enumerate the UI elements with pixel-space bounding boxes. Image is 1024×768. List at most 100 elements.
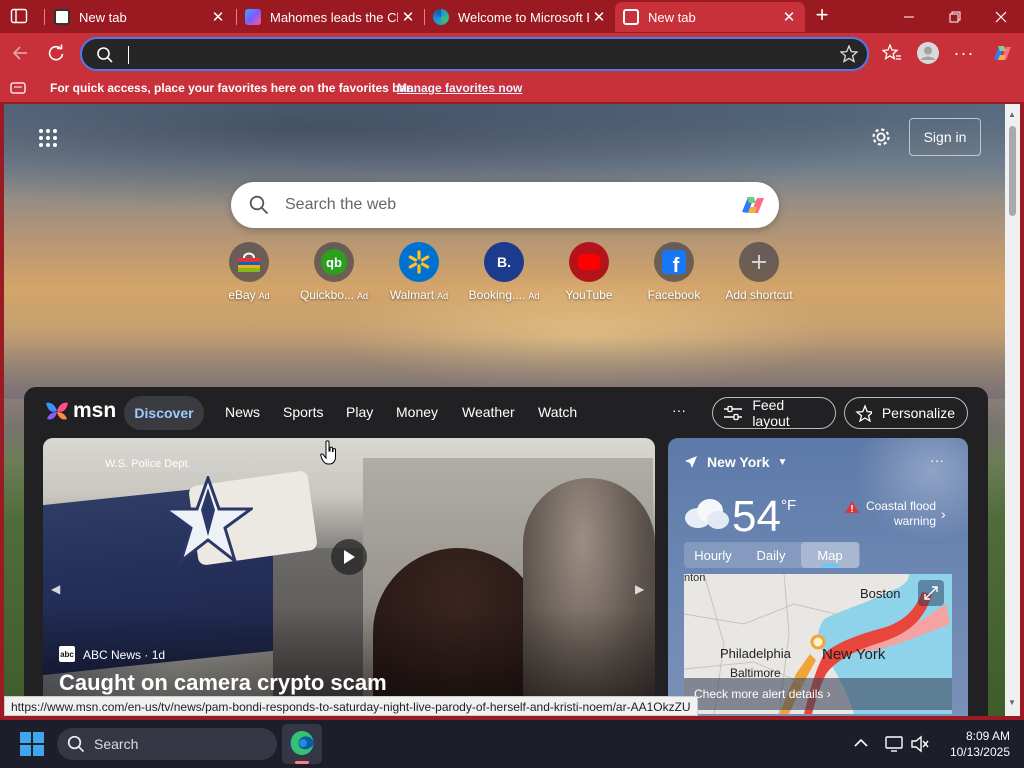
active-tab-indicator (821, 564, 839, 567)
clock-date: 10/13/2025 (949, 745, 1010, 759)
shortcut-walmart[interactable]: Walmart Ad (374, 242, 464, 302)
quickbooks-icon: qb (314, 242, 354, 282)
nav-watch[interactable]: Watch (538, 404, 577, 420)
minimize-button[interactable] (886, 0, 932, 33)
back-button[interactable] (4, 37, 36, 69)
carousel-next-icon[interactable]: ▶ (635, 582, 644, 596)
warning-icon (845, 501, 859, 513)
shortcut-label: Booking.... (468, 288, 526, 302)
favorite-star-icon[interactable] (839, 44, 859, 68)
msn-newtab-icon (623, 9, 639, 25)
add-shortcut-button[interactable]: Add shortcut (714, 242, 804, 302)
msn-wordmark: msn (73, 399, 117, 422)
new-tab-plus-icon[interactable]: + (810, 4, 834, 28)
personalize-button[interactable]: Personalize (844, 397, 968, 429)
favorites-button[interactable] (876, 37, 908, 69)
shortcut-facebook[interactable]: f Facebook (629, 242, 719, 302)
weather-more-icon[interactable]: ··· (930, 452, 944, 468)
system-clock[interactable]: 8:09 AM 10/13/2025 (940, 728, 1010, 760)
location-selector[interactable]: New York ▼ (684, 454, 787, 470)
msn-feed-panel: msn Discover News Sports Play Money Weat… (24, 387, 988, 716)
taskbar-search-box[interactable]: Search (57, 728, 277, 760)
web-search-input[interactable] (285, 195, 705, 215)
page-settings-gear-icon[interactable] (870, 126, 892, 148)
address-input[interactable] (126, 44, 806, 64)
tab-actions-icon[interactable] (10, 8, 28, 25)
carousel-prev-icon[interactable]: ◀ (51, 582, 60, 596)
nav-discover[interactable]: Discover (124, 396, 204, 430)
shortcut-booking[interactable]: B. Booking.... Ad (459, 242, 549, 302)
app-launcher-icon[interactable] (38, 128, 58, 148)
mouse-cursor-hand-icon (320, 440, 336, 465)
page-scrollbar[interactable]: ▲ ▼ (1005, 104, 1020, 716)
hero-overlay-text: W.S. Police Dept. (105, 458, 191, 470)
tab-welcome-edge[interactable]: Welcome to Microsoft E ✕ (425, 2, 615, 32)
scroll-down-arrow-icon[interactable]: ▼ (1008, 698, 1016, 707)
weather-alert[interactable]: Coastal flood warning › (844, 499, 954, 529)
shortcut-label: Walmart (389, 288, 435, 302)
star-logo-image (163, 476, 253, 566)
feed-layout-label: Feed layout (752, 397, 790, 429)
msn-logo[interactable]: msn (44, 399, 116, 423)
close-window-button[interactable] (978, 0, 1024, 33)
hero-headline[interactable]: Caught on camera crypto scam (59, 670, 387, 696)
shortcut-quickbooks[interactable]: qb Quickbo... Ad (289, 242, 379, 302)
scroll-up-arrow-icon[interactable]: ▲ (1008, 110, 1016, 119)
chevron-right-icon: › (941, 506, 946, 522)
hero-news-card[interactable]: W.S. Police Dept. ◀ ▶ abc ABC News · 1d … (43, 438, 655, 716)
show-hidden-icons-chevron-icon[interactable] (852, 734, 870, 752)
network-icon[interactable] (884, 734, 904, 754)
shortcut-youtube[interactable]: YouTube (544, 242, 634, 302)
plus-icon (739, 242, 779, 282)
refresh-button[interactable] (40, 37, 72, 69)
youtube-icon (569, 242, 609, 282)
feed-layout-button[interactable]: Feed layout (712, 397, 836, 429)
copilot-button[interactable] (986, 37, 1018, 69)
shortcut-ebay[interactable]: eBay Ad (204, 242, 294, 302)
tab-daily[interactable]: Daily (742, 542, 800, 568)
taskbar-edge-app[interactable] (282, 724, 322, 764)
close-tab-icon[interactable]: ✕ (779, 8, 799, 26)
profile-button[interactable] (912, 37, 944, 69)
nav-weather[interactable]: Weather (462, 404, 515, 420)
temperature-unit[interactable]: °F (781, 497, 796, 514)
tab-title: New tab (79, 9, 127, 25)
browser-window: New tab ✕ Mahomes leads the Chi ✕ Welcom… (0, 0, 1024, 768)
weather-alert-map[interactable]: nton Boston Philadelphia Baltimore New Y… (684, 574, 952, 714)
ad-badge: Ad (357, 291, 369, 301)
tab-mahomes[interactable]: Mahomes leads the Chi ✕ (237, 2, 424, 32)
scroll-thumb[interactable] (1009, 126, 1016, 216)
nav-play[interactable]: Play (346, 404, 373, 420)
play-button[interactable] (331, 539, 367, 575)
nav-money[interactable]: Money (396, 404, 438, 420)
restore-button[interactable] (932, 0, 978, 33)
windows-taskbar: Search 8:09 AM 10/13/2025 (0, 720, 1024, 768)
nav-news[interactable]: News (225, 404, 260, 420)
web-search-box[interactable] (231, 182, 779, 228)
alert-details-link[interactable]: Check more alert details › (684, 678, 952, 710)
windows-start-icon[interactable] (20, 732, 44, 756)
source-name: ABC News (83, 648, 142, 662)
nav-sports[interactable]: Sports (283, 404, 323, 420)
sign-in-button[interactable]: Sign in (909, 118, 981, 156)
search-icon (96, 46, 114, 69)
ad-badge: Ad (528, 291, 540, 301)
search-icon (249, 195, 269, 220)
nav-more-button[interactable]: ··· (672, 402, 686, 418)
shortcut-label: Facebook (647, 288, 701, 302)
manage-favorites-link[interactable]: Manage favorites now (397, 81, 522, 95)
favorites-star-list-icon (882, 44, 901, 60)
tab-new-tab-active[interactable]: New tab ✕ (615, 2, 805, 32)
volume-muted-icon[interactable] (910, 734, 930, 754)
address-bar[interactable] (80, 37, 869, 71)
close-tab-icon[interactable]: ✕ (398, 8, 418, 26)
tab-hourly[interactable]: Hourly (684, 542, 742, 568)
settings-more-button[interactable]: ··· (948, 37, 980, 69)
tab-new-tab-1[interactable]: New tab ✕ (46, 2, 234, 32)
ad-badge: Ad (437, 291, 449, 301)
close-tab-icon[interactable]: ✕ (589, 8, 609, 26)
close-tab-icon[interactable]: ✕ (208, 8, 228, 26)
tab-title: Welcome to Microsoft E (458, 9, 589, 25)
expand-map-icon[interactable] (918, 580, 944, 606)
copilot-icon[interactable] (739, 192, 767, 223)
